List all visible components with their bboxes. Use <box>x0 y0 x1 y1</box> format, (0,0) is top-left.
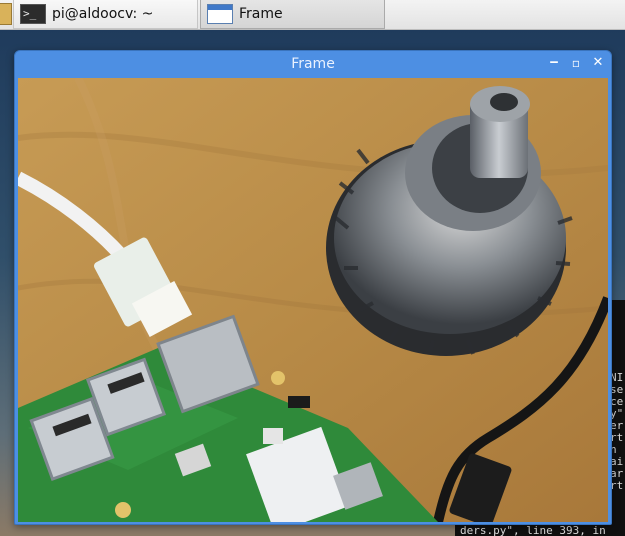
frame-window[interactable]: Frame ‒ ▫ ✕ <box>14 50 612 525</box>
taskbar-item-terminal[interactable]: >_ pi@aldoocv: ~ <box>13 0 198 29</box>
window-titlebar[interactable]: Frame ‒ ▫ ✕ <box>15 51 611 77</box>
launcher-folder-icon[interactable] <box>0 3 12 25</box>
terminal-line: rt <box>610 479 624 492</box>
camera-scene-illustration <box>18 78 608 522</box>
taskbar-item-label: Frame <box>239 6 283 22</box>
maximize-button[interactable]: ▫ <box>567 54 585 72</box>
window-title: Frame <box>291 56 335 72</box>
terminal-icon: >_ <box>20 4 46 24</box>
minimize-button[interactable]: ‒ <box>545 54 563 72</box>
taskbar: >_ pi@aldoocv: ~ Frame <box>0 0 625 30</box>
taskbar-item-frame[interactable]: Frame <box>200 0 385 29</box>
close-button[interactable]: ✕ <box>589 54 607 72</box>
terminal-right-edge-text: NI se ce y" er rt n ai ar rt <box>610 372 625 492</box>
terminal-bottom-line: ders.py", line 393, in <box>460 524 606 536</box>
window-icon <box>207 4 233 24</box>
camera-frame-image <box>18 78 608 522</box>
taskbar-item-label: pi@aldoocv: ~ <box>52 6 154 22</box>
